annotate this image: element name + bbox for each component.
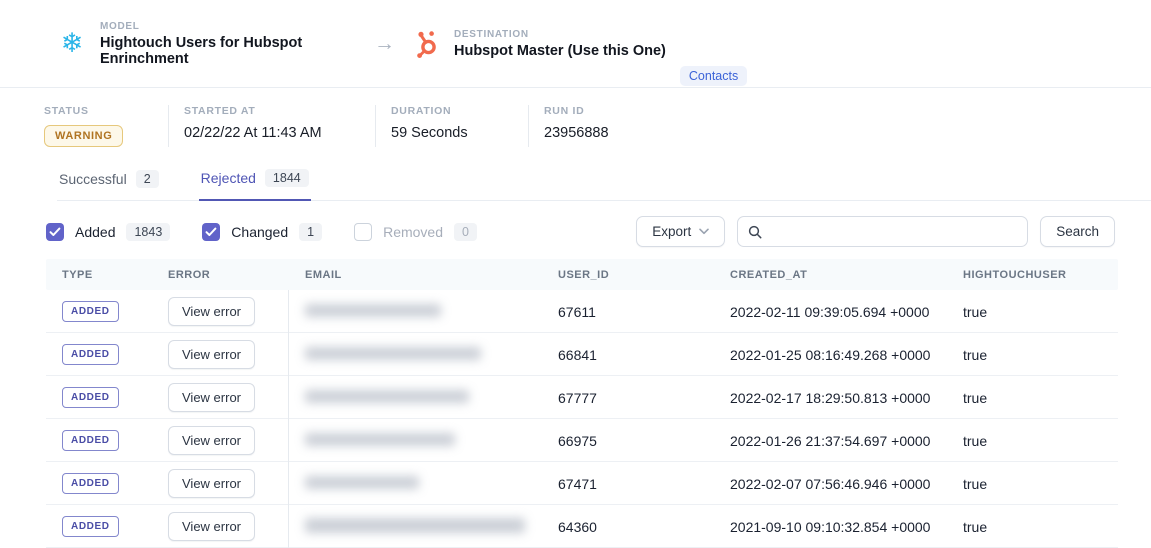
hightouchuser-cell: true [947,433,1118,449]
run-info-bar: STATUS WARNING STARTED AT 02/22/22 At 11… [44,105,1151,147]
tab-successful-count: 2 [136,170,159,188]
table-header-row: TYPE ERROR EMAIL USER_ID CREATED_AT HIGH… [46,259,1118,290]
started-at-value: 02/22/22 At 11:43 AM [184,125,375,141]
view-error-button[interactable]: View error [168,297,255,326]
filter-added[interactable]: Added 1843 [46,223,170,241]
hightouchuser-cell: true [947,390,1118,406]
redacted-email [305,347,481,360]
user-id-cell: 64360 [542,519,714,535]
col-error: ERROR [152,269,289,281]
filter-changed[interactable]: Changed 1 [202,223,322,241]
destination-label: DESTINATION [454,29,666,40]
hubspot-icon [411,29,441,59]
filter-removed[interactable]: Removed 0 [354,223,477,241]
added-checkbox[interactable] [46,223,64,241]
type-badge: ADDED [62,430,119,451]
view-error-button[interactable]: View error [168,426,255,455]
export-button-label: Export [652,224,691,239]
user-id-cell: 67471 [542,476,714,492]
status-label: STATUS [44,105,168,117]
table-row: ADDED View error 67611 2022-02-11 09:39:… [46,290,1118,333]
destination-node: DESTINATION Hubspot Master (Use this One… [411,29,666,59]
run-id-value: 23956888 [544,125,609,141]
duration-label: DURATION [391,105,528,117]
changed-count: 1 [299,223,322,241]
user-id-cell: 67777 [542,390,714,406]
created-at-cell: 2022-02-11 09:39:05.694 +0000 [714,304,947,320]
hightouchuser-cell: true [947,519,1118,535]
created-at-cell: 2022-01-25 08:16:49.268 +0000 [714,347,947,363]
view-error-button[interactable]: View error [168,469,255,498]
run-id-label: RUN ID [544,105,609,117]
changed-label: Changed [231,224,288,240]
redacted-email [305,390,469,403]
added-count: 1843 [126,223,170,241]
table-row: ADDED View error 66841 2022-01-25 08:16:… [46,333,1118,376]
col-user-id: USER_ID [542,269,714,281]
search-box[interactable] [737,216,1028,247]
started-at-label: STARTED AT [184,105,375,117]
created-at-cell: 2022-02-07 07:56:46.946 +0000 [714,476,947,492]
arrow-right-icon: → [374,32,395,56]
created-at-cell: 2022-02-17 18:29:50.813 +0000 [714,390,947,406]
model-label: MODEL [100,21,368,32]
view-error-button[interactable]: View error [168,340,255,369]
col-email: EMAIL [289,269,542,281]
export-button[interactable]: Export [636,216,725,247]
type-badge: ADDED [62,516,119,537]
contacts-link[interactable]: Contacts [680,66,747,86]
created-at-cell: 2021-09-10 09:10:32.854 +0000 [714,519,947,535]
user-id-cell: 67611 [542,304,714,320]
removed-label: Removed [383,224,443,240]
removed-checkbox[interactable] [354,223,372,241]
col-created-at: CREATED_AT [714,269,947,281]
result-tabs: Successful 2 Rejected 1844 [57,169,1151,201]
hightouchuser-cell: true [947,476,1118,492]
search-icon [748,225,762,239]
type-badge: ADDED [62,473,119,494]
hightouchuser-cell: true [947,347,1118,363]
table-row: ADDED View error 67471 2022-02-07 07:56:… [46,462,1118,505]
created-at-cell: 2022-01-26 21:37:54.697 +0000 [714,433,947,449]
user-id-cell: 66975 [542,433,714,449]
tab-successful-label: Successful [59,171,127,187]
type-badge: ADDED [62,301,119,322]
col-type: TYPE [46,269,152,281]
type-badge: ADDED [62,344,119,365]
search-button[interactable]: Search [1040,216,1115,247]
table-row: ADDED View error 67777 2022-02-17 18:29:… [46,376,1118,419]
table-row: ADDED View error 66975 2022-01-26 21:37:… [46,419,1118,462]
tab-successful[interactable]: Successful 2 [57,169,161,200]
run-header: ❄ MODEL Hightouch Users for Hubspot Enri… [0,0,1151,88]
redacted-email [305,433,455,446]
type-badge: ADDED [62,387,119,408]
redacted-email [305,476,419,489]
status-badge: WARNING [44,125,123,147]
redacted-email [305,304,441,317]
redacted-email [305,518,525,533]
col-hightouchuser: HIGHTOUCHUSER [947,269,1118,281]
filter-toolbar: Added 1843 Changed 1 Removed 0 Export [46,216,1115,247]
snowflake-icon: ❄ [57,29,87,59]
search-input[interactable] [770,224,1017,239]
user-id-cell: 66841 [542,347,714,363]
table-row: ADDED View error 64360 2021-09-10 09:10:… [46,505,1118,548]
view-error-button[interactable]: View error [168,383,255,412]
changed-checkbox[interactable] [202,223,220,241]
added-label: Added [75,224,115,240]
destination-name: Hubspot Master (Use this One) [454,43,666,59]
rejected-rows-table: TYPE ERROR EMAIL USER_ID CREATED_AT HIGH… [46,259,1118,548]
tab-rejected-count: 1844 [265,169,309,187]
removed-count: 0 [454,223,477,241]
tab-rejected[interactable]: Rejected 1844 [199,169,311,201]
model-node: ❄ MODEL Hightouch Users for Hubspot Enri… [57,21,368,67]
view-error-button[interactable]: View error [168,512,255,541]
chevron-down-icon [699,228,709,235]
model-name: Hightouch Users for Hubspot Enrinchment [100,35,368,67]
tab-rejected-label: Rejected [201,170,256,186]
hightouchuser-cell: true [947,304,1118,320]
duration-value: 59 Seconds [391,125,528,141]
